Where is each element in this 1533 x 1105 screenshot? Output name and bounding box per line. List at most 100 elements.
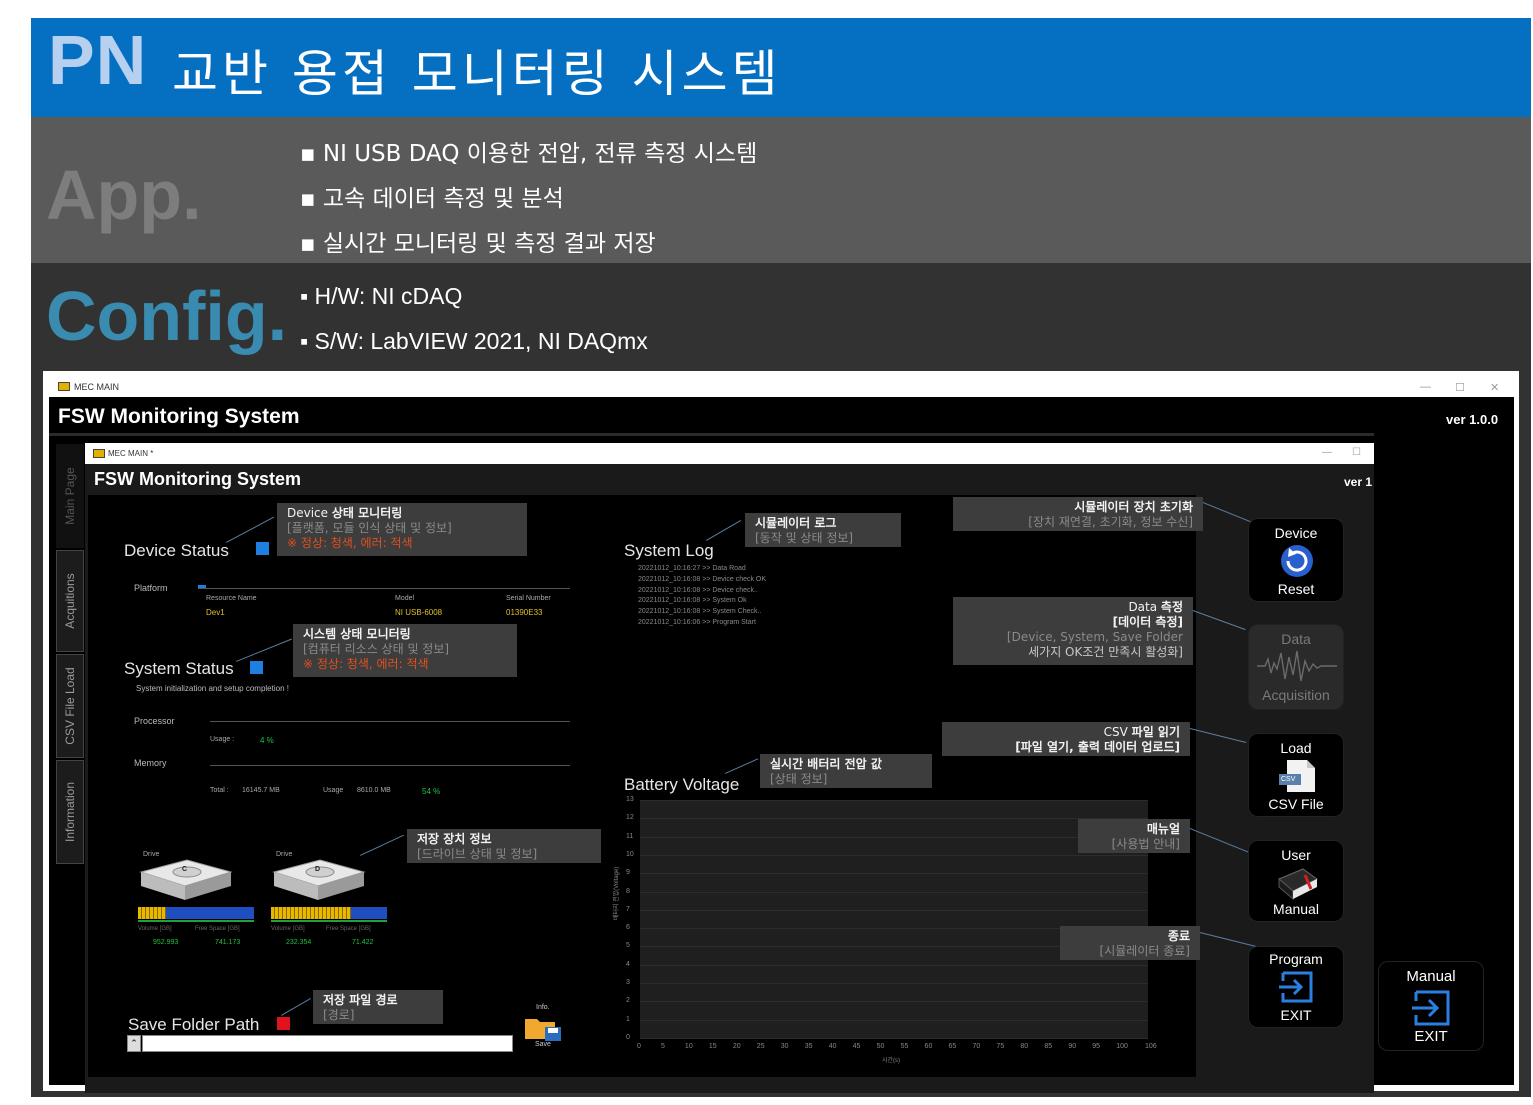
system-log-label: System Log — [624, 541, 714, 560]
device-status-indicator — [256, 542, 269, 555]
load-csv-file-button[interactable]: Load CSV CSV File — [1248, 733, 1344, 817]
callout-text: 시뮬레이터 장치 초기화 — [1074, 500, 1193, 514]
button-label: Program — [1269, 951, 1323, 967]
save-folder-icon[interactable] — [523, 1013, 565, 1043]
callout-text: 종료 — [1167, 929, 1190, 943]
log-entry: 20221012_10:16:08 >> System Ok — [638, 597, 747, 605]
chart-y-tick: 5 — [626, 942, 630, 950]
chart-x-tick: 70 — [972, 1043, 981, 1050]
tab-main-page[interactable]: Main Page — [56, 444, 84, 548]
app-title: FSW Monitoring System — [94, 469, 301, 489]
drive-volume-header: Volume [GB] — [138, 926, 172, 932]
drive-free-value: 71.422 — [352, 939, 374, 946]
callout-text: [경로] — [323, 1008, 355, 1022]
config-label: Config. — [46, 277, 288, 355]
memory-usage-label: Usage — [323, 787, 344, 794]
button-label: User — [1281, 847, 1311, 863]
maximize-icon[interactable]: ☐ — [1352, 447, 1361, 458]
chart-y-tick: 10 — [626, 850, 634, 858]
exit-icon — [1410, 990, 1454, 1026]
button-label: Acquisition — [1262, 687, 1330, 703]
drive-label: Drive — [276, 851, 293, 858]
save-folder-path-input[interactable] — [142, 1035, 513, 1052]
memory-usage-value: 8610.0 MB — [357, 787, 391, 794]
minimize-icon[interactable]: — — [1322, 447, 1332, 458]
csv-icon-text: CSV — [1281, 776, 1296, 783]
log-entry: 20221012_10:16:08 >> System Check.. — [638, 608, 762, 616]
program-exit-button[interactable]: Program EXIT — [1248, 946, 1344, 1028]
chart-x-tick: 25 — [756, 1043, 765, 1050]
chart-gridline — [640, 1038, 1148, 1039]
drive-free-header: Free Space [GB] — [326, 926, 371, 932]
manual-exit-button[interactable]: Manual EXIT — [1378, 961, 1484, 1051]
callout-text: CSV — [1103, 725, 1132, 739]
chart-x-tick: 90 — [1068, 1043, 1077, 1050]
waveform-icon — [1255, 649, 1339, 683]
memory-total-value: 16145.7 MB — [242, 787, 280, 794]
drive-free-value: 741.173 — [215, 939, 241, 946]
labview-app-icon — [58, 382, 70, 391]
chart-y-tick: 8 — [626, 887, 630, 895]
data-acquisition-button[interactable]: Data Acquisition — [1248, 624, 1344, 710]
save-folder-indicator — [277, 1017, 290, 1030]
chart-x-tick: 75 — [996, 1043, 1005, 1050]
chart-x-tick: 95 — [1092, 1043, 1101, 1050]
memory-label: Memory — [134, 758, 167, 768]
callout-text: 매뉴얼 — [1146, 822, 1180, 836]
app-title: FSW Monitoring System — [58, 405, 300, 428]
tab-information[interactable]: Information — [56, 760, 84, 864]
book-icon — [1273, 865, 1321, 901]
chart-gridline — [640, 854, 1148, 856]
callout-text: 시스템 상태 모니터링 — [303, 627, 411, 641]
processor-usage-label: Usage : — [210, 736, 235, 743]
button-label: EXIT — [1414, 1028, 1448, 1045]
save-folder-label: Save Folder Path — [128, 1015, 260, 1034]
tab-csv-file-load[interactable]: CSV File Load — [56, 654, 84, 758]
info-label: Info. — [536, 1004, 550, 1011]
close-icon[interactable]: ✕ — [1490, 381, 1499, 394]
chart-y-tick: 2 — [626, 997, 630, 1005]
drive-free-bar — [271, 920, 387, 922]
slide-title: 교반 용접 모니터링 시스템 — [172, 45, 782, 103]
button-label: Device — [1274, 525, 1318, 541]
chart-y-axis-label: 배터리 전압(Voltage) — [614, 866, 620, 920]
callout-text: ※ 정상: 청색, 에러: 적색 — [287, 536, 413, 550]
chart-x-axis-label: 시간(s) — [882, 1058, 901, 1064]
callout-text: 저장 장치 정보 — [417, 832, 492, 846]
device-reset-button[interactable]: Device Reset — [1248, 518, 1344, 602]
callout-text: Data — [1128, 600, 1161, 614]
app-bullet: ▪ 고속 데이터 측정 및 분석 — [300, 186, 564, 212]
system-status-message: System initialization and setup completi… — [136, 684, 289, 693]
chart-x-tick: 30 — [780, 1043, 789, 1050]
app-label: App. — [46, 156, 202, 234]
chart-gridline — [640, 873, 1148, 875]
chart-x-tick: 100 — [1116, 1043, 1128, 1050]
tab-acquitions[interactable]: Acquitions — [56, 550, 84, 652]
system-log-list: 20221012_10:16:27 >> Data Road 20221012_… — [638, 564, 766, 629]
callout-text: [파일 열기, 출력 데이터 업로드] — [1015, 740, 1180, 754]
chart-x-tick: 5 — [660, 1043, 665, 1050]
brand-logo: PN — [48, 21, 148, 99]
device-status-label: Device Status — [124, 541, 229, 560]
user-manual-button[interactable]: User Manual — [1248, 840, 1344, 922]
chart-y-tick: 13 — [626, 796, 634, 803]
chart-gridline — [640, 1001, 1148, 1003]
system-status-callout: 시스템 상태 모니터링 [컴퓨터 리소스 상태 및 정보] ※ 정상: 청색, … — [293, 624, 517, 677]
log-entry: 20221012_10:16:06 >> Program Start — [638, 618, 756, 626]
minimize-icon[interactable]: — — [1420, 381, 1431, 393]
log-callout: 시뮬레이터 로그 [동작 및 상태 정보] — [745, 513, 901, 547]
log-entry: 20221012_10:16:08 >> Device check.. — [638, 586, 758, 594]
maximize-icon[interactable]: ☐ — [1455, 381, 1465, 394]
callout-text: [플랫폼, 모듈 인식 상태 및 정보] — [287, 521, 452, 535]
system-status-indicator — [250, 661, 263, 674]
labview-app-icon — [93, 449, 105, 458]
manual-callout: 매뉴얼 [사용법 안내] — [1078, 819, 1190, 853]
config-bullet: ▪ H/W: NI cDAQ — [300, 283, 463, 309]
button-label: Load — [1280, 740, 1312, 756]
button-label: Reset — [1277, 581, 1315, 597]
button-label: Manual — [1406, 968, 1456, 985]
tab-label: Information — [63, 781, 77, 843]
chart-x-tick: 20 — [732, 1043, 741, 1050]
callout-text: ※ 정상: 청색, 에러: 적색 — [303, 657, 429, 671]
browse-path-icon[interactable]: ⌃ — [127, 1035, 141, 1052]
